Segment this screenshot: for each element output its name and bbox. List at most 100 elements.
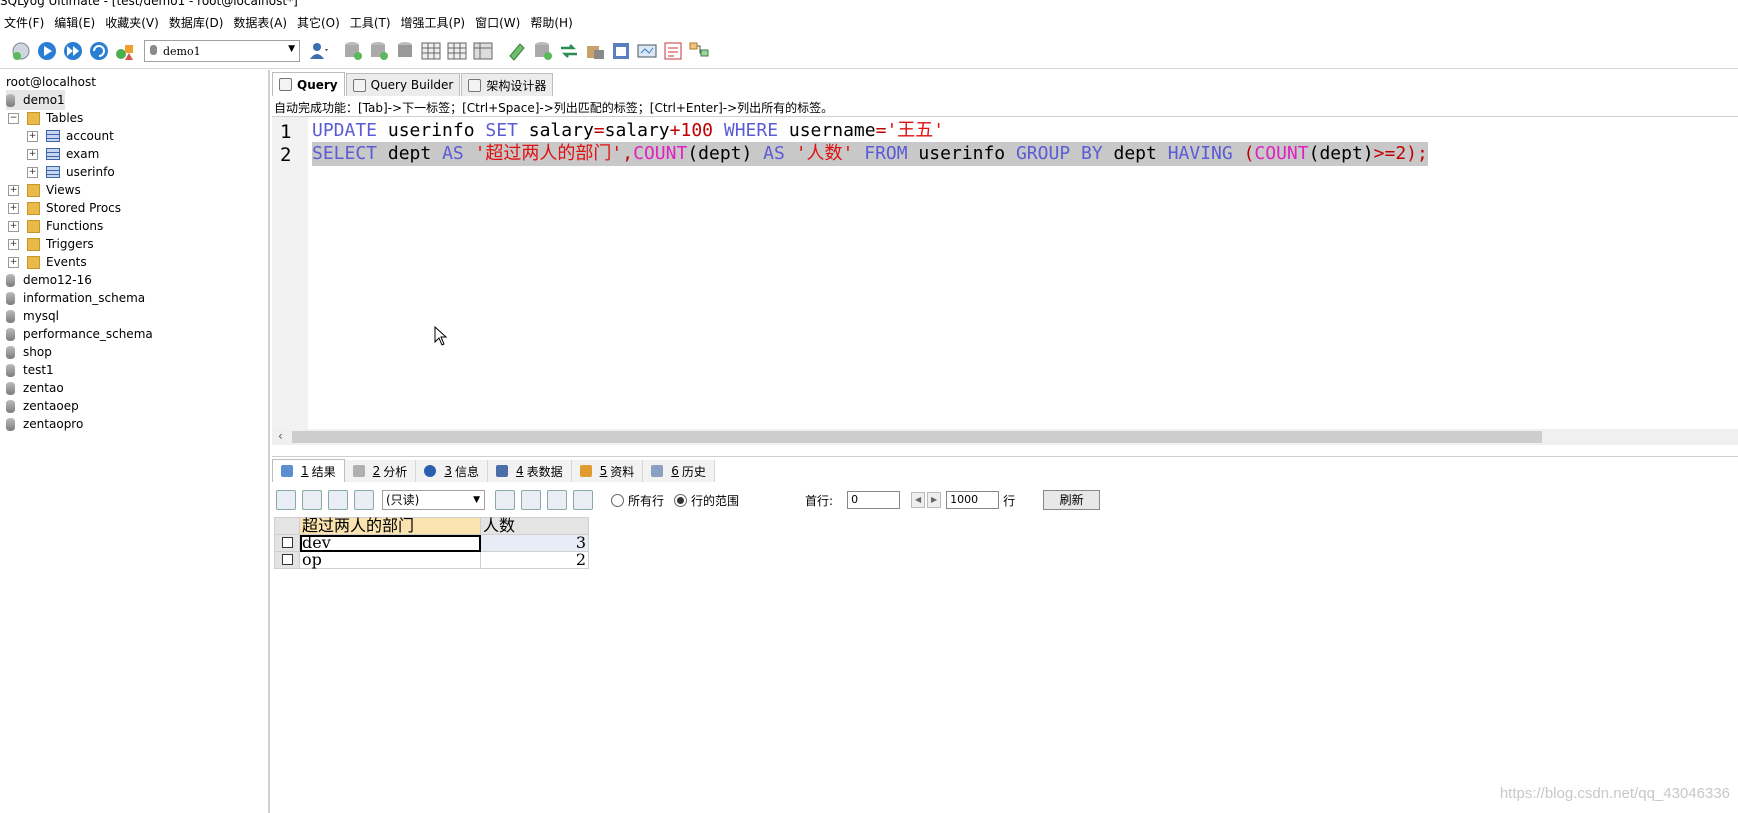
column-header[interactable]: 超过两人的部门 <box>299 517 481 535</box>
cancel-changes-icon[interactable] <box>354 490 374 510</box>
row-checkbox[interactable] <box>274 551 300 569</box>
menu-tools[interactable]: 工具(T) <box>345 14 396 31</box>
expand-icon[interactable]: + <box>27 130 38 142</box>
tree-folder-views[interactable]: + Views <box>8 180 81 200</box>
insert-row-icon[interactable] <box>276 490 296 510</box>
result-mode-select[interactable]: (只读) ▼ <box>382 490 485 510</box>
tree-db-item[interactable]: mysql <box>6 306 59 326</box>
data-sync-icon[interactable] <box>556 38 582 64</box>
menu-power-tools[interactable]: 增强工具(P) <box>396 14 471 31</box>
copy-row-icon[interactable] <box>302 490 322 510</box>
shapes-icon[interactable] <box>112 38 138 64</box>
menu-help[interactable]: 帮助(H) <box>525 14 577 31</box>
next-page-icon[interactable]: ▶ <box>927 492 942 508</box>
execute-all-icon[interactable] <box>60 38 86 64</box>
tree-folder-tables[interactable]: − Tables <box>8 108 83 128</box>
backup-database-icon[interactable] <box>392 38 418 64</box>
tab-info[interactable]: 3 信息 <box>416 460 488 482</box>
table-cell[interactable]: 3 <box>480 534 589 552</box>
scheduler-icon[interactable] <box>608 38 634 64</box>
table-row[interactable]: dev 3 <box>274 534 589 552</box>
new-connection-icon[interactable] <box>8 38 34 64</box>
notification-icon[interactable] <box>634 38 660 64</box>
table-schema-icon[interactable] <box>470 38 496 64</box>
menu-database[interactable]: 数据库(D) <box>164 14 229 31</box>
tree-table-account[interactable]: + account <box>27 126 114 146</box>
tree-db-item[interactable]: demo12-16 <box>6 270 92 290</box>
duplicate-icon[interactable] <box>573 490 593 510</box>
table-cell[interactable]: op <box>299 551 481 569</box>
save-icon[interactable] <box>521 490 541 510</box>
format-query-icon[interactable] <box>504 38 530 64</box>
expand-icon[interactable]: + <box>8 256 19 268</box>
prev-page-icon[interactable]: ◀ <box>911 492 926 508</box>
tree-db-demo1[interactable]: demo1 <box>6 90 65 110</box>
row-checkbox[interactable] <box>274 534 300 552</box>
row-count-input[interactable]: 1000 <box>946 491 1000 509</box>
tree-db-item[interactable]: performance_schema <box>6 324 153 344</box>
tree-db-item[interactable]: zentaopro <box>6 414 83 434</box>
menu-favorites[interactable]: 收藏夹(V) <box>100 14 164 31</box>
table-cell[interactable]: 2 <box>480 551 589 569</box>
menu-file[interactable]: 文件(F) <box>0 14 49 31</box>
database-selector[interactable]: demo1 ▼ <box>144 40 300 62</box>
tree-table-exam[interactable]: + exam <box>27 144 99 164</box>
tree-db-item[interactable]: zentaoep <box>6 396 79 416</box>
first-row-input[interactable]: 0 <box>847 491 901 509</box>
tab-history[interactable]: 6 历史 <box>643 460 715 482</box>
expand-icon[interactable]: + <box>8 238 19 250</box>
tree-db-item[interactable]: information_schema <box>6 288 145 308</box>
tree-folder-triggers[interactable]: + Triggers <box>8 234 94 254</box>
export-icon[interactable] <box>495 490 515 510</box>
table-row[interactable]: op 2 <box>274 551 589 569</box>
report-icon[interactable] <box>660 38 686 64</box>
tab-table-data[interactable]: 4 表数据 <box>487 460 572 482</box>
column-header[interactable]: 人数 <box>480 517 589 535</box>
table-cell[interactable]: dev <box>299 534 481 552</box>
expand-icon[interactable]: + <box>8 202 19 214</box>
radio-all-rows[interactable] <box>611 493 624 507</box>
tree-folder-functions[interactable]: + Functions <box>8 216 103 236</box>
tree-folder-procs[interactable]: + Stored Procs <box>8 198 121 218</box>
schema-designer-icon[interactable] <box>686 38 712 64</box>
code-line-1[interactable]: UPDATE userinfo SET salary=salary+100 WH… <box>312 119 944 143</box>
user-manager-icon[interactable] <box>306 38 332 64</box>
tab-profile[interactable]: 5 资料 <box>571 460 644 482</box>
expand-icon[interactable]: + <box>8 220 19 232</box>
menu-edit[interactable]: 编辑(E) <box>49 14 100 31</box>
tree-db-item[interactable]: shop <box>6 342 52 362</box>
refresh-button[interactable]: 刷新 <box>1043 490 1101 510</box>
expand-icon[interactable]: + <box>27 148 38 160</box>
tab-query-builder[interactable]: Query Builder <box>345 73 461 96</box>
tree-db-item[interactable]: zentao <box>6 378 64 398</box>
sql-editor[interactable]: 1 2 UPDATE userinfo SET salary=salary+10… <box>272 116 1738 449</box>
menu-other[interactable]: 其它(O) <box>292 14 345 31</box>
table-data-icon[interactable] <box>444 38 470 64</box>
tree-db-item[interactable]: test1 <box>6 360 54 380</box>
execute-query-icon[interactable] <box>34 38 60 64</box>
scrollbar-thumb[interactable] <box>292 431 1542 443</box>
expand-icon[interactable]: + <box>8 184 19 196</box>
tab-schema-designer[interactable]: 架构设计器 <box>461 73 554 96</box>
menu-table[interactable]: 数据表(A) <box>228 14 292 31</box>
code-line-2[interactable]: SELECT dept AS '超过两人的部门',COUNT(dept) AS … <box>312 142 1428 166</box>
horizontal-scrollbar[interactable]: ‹ <box>272 429 1738 445</box>
tree-connection[interactable]: root@localhost <box>6 72 96 92</box>
save-changes-icon[interactable] <box>328 490 348 510</box>
tree-folder-events[interactable]: + Events <box>8 252 87 272</box>
create-database-icon[interactable] <box>340 38 366 64</box>
tab-query[interactable]: Query <box>272 72 345 96</box>
collapse-icon[interactable]: − <box>8 112 19 124</box>
menu-window[interactable]: 窗口(W) <box>470 14 525 31</box>
tree-table-userinfo[interactable]: + userinfo <box>27 162 115 182</box>
refresh-icon[interactable] <box>86 38 112 64</box>
chevron-left-icon[interactable]: ‹ <box>278 429 283 443</box>
import-icon[interactable] <box>582 38 608 64</box>
tab-result[interactable]: 1 结果 <box>272 459 345 482</box>
schema-sync-icon[interactable] <box>530 38 556 64</box>
alter-database-icon[interactable] <box>366 38 392 64</box>
radio-row-range[interactable] <box>674 493 688 507</box>
table-grid-icon[interactable] <box>418 38 444 64</box>
tab-analysis[interactable]: 2 分析 <box>344 460 417 482</box>
delete-icon[interactable] <box>547 490 567 510</box>
